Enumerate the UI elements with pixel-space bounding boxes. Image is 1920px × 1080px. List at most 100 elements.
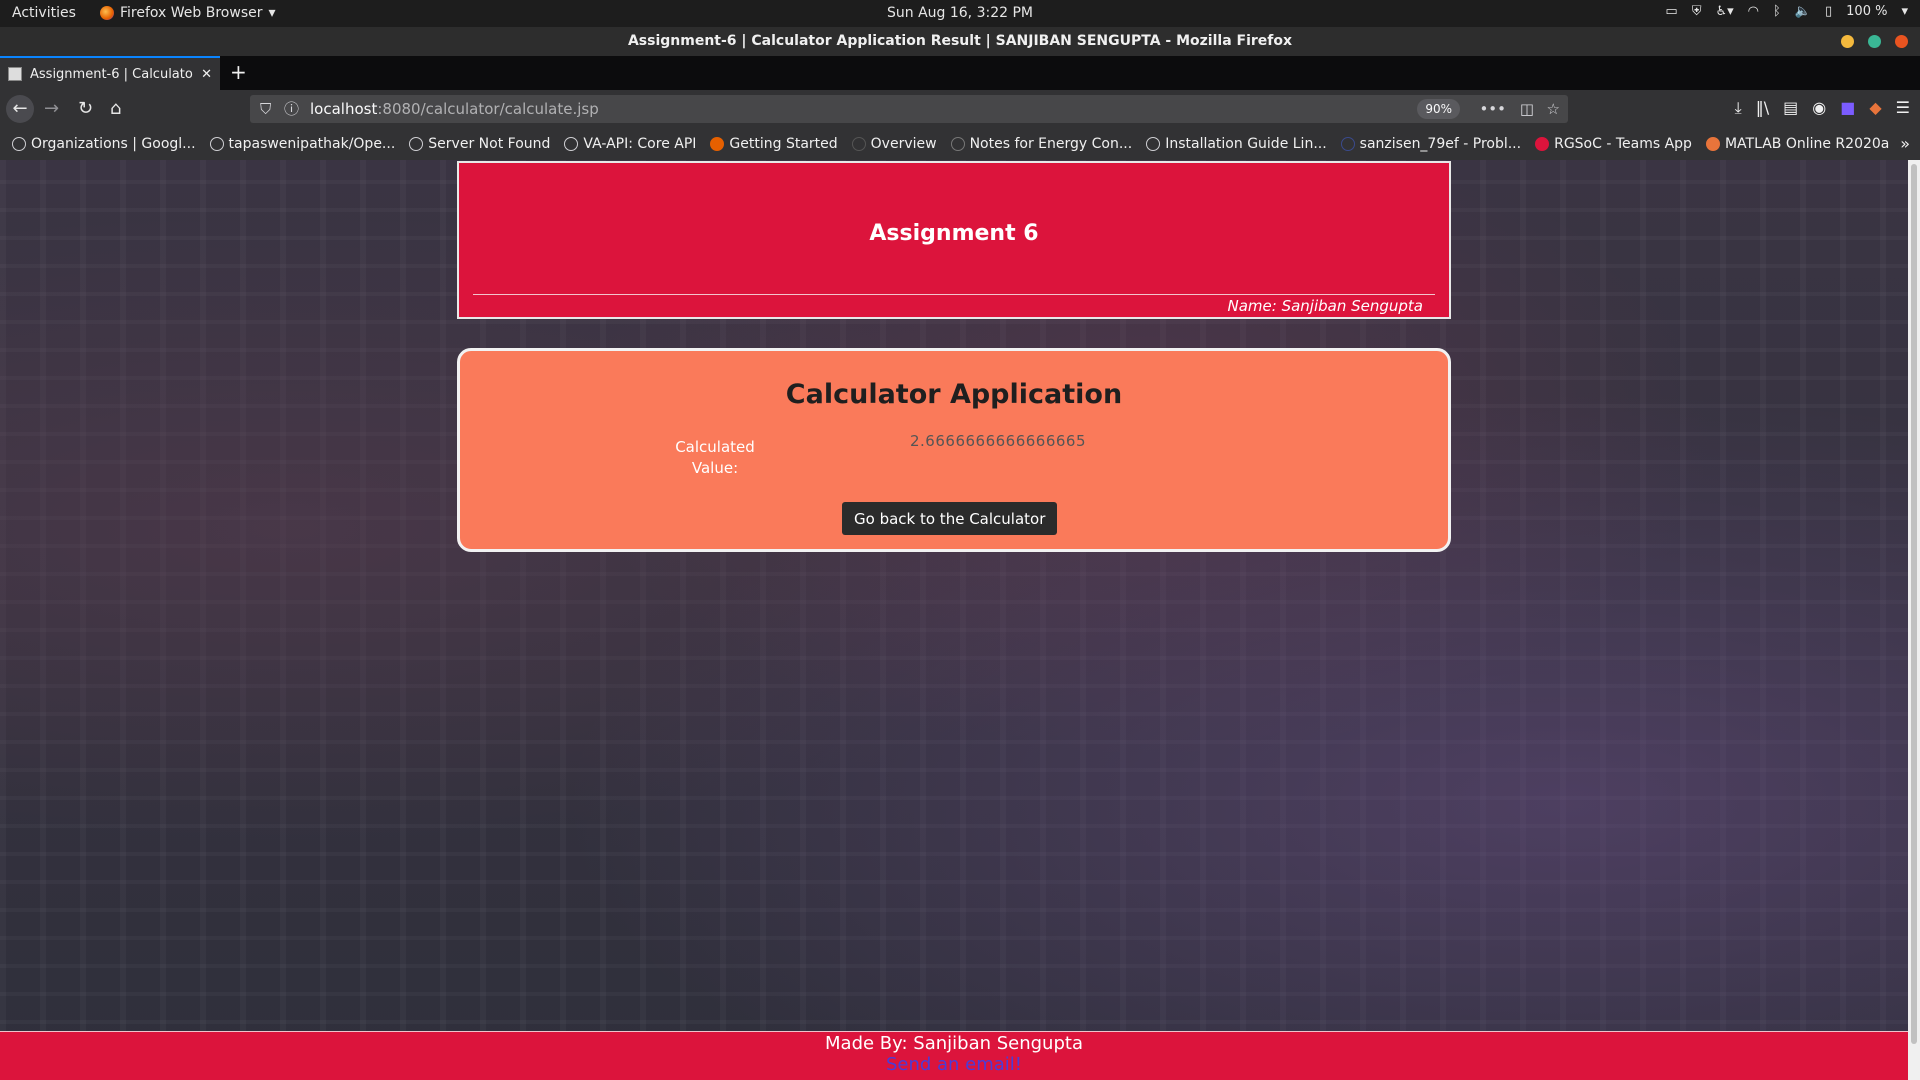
result-label: Calculated Value: bbox=[675, 438, 755, 477]
window-title-bar: Assignment-6 | Calculator Application Re… bbox=[0, 27, 1920, 56]
assignment-header: Assignment 6 Name: Sanjiban Sengupta bbox=[457, 161, 1451, 319]
minimize-button[interactable] bbox=[1841, 35, 1854, 48]
system-top-bar: Activities Firefox Web Browser ▾ Sun Aug… bbox=[0, 0, 1920, 27]
bluetooth-icon: ᛒ bbox=[1773, 4, 1781, 19]
scrollbar-thumb[interactable] bbox=[1911, 164, 1917, 1044]
bookmark-label: Server Not Found bbox=[428, 136, 551, 152]
wifi-icon: ◠ bbox=[1747, 4, 1759, 19]
bookmark-label: MATLAB Online R2020a bbox=[1724, 136, 1890, 152]
bookmark-item[interactable]: tapaswenipathak/Ope... bbox=[209, 136, 396, 152]
tab-strip: Assignment-6 | Calculator ✕ + bbox=[0, 56, 1920, 90]
accessibility-icon[interactable]: ♿▾ bbox=[1715, 4, 1733, 19]
matlab-icon bbox=[1705, 137, 1720, 151]
globe-icon bbox=[12, 137, 26, 151]
made-by-text: Made By: Sanjiban Sengupta bbox=[825, 1033, 1083, 1054]
author-name: Name: Sanjiban Sengupta bbox=[1227, 297, 1424, 315]
send-email-link[interactable]: Send an email! bbox=[0, 1054, 1908, 1075]
tab-active[interactable]: Assignment-6 | Calculator ✕ bbox=[0, 56, 220, 90]
chevron-down-icon: ▾ bbox=[268, 5, 276, 21]
sidebar-icon[interactable]: ▤ bbox=[1783, 98, 1798, 118]
forward-button[interactable]: → bbox=[44, 98, 59, 119]
globe-icon bbox=[1146, 137, 1161, 151]
close-tab-icon[interactable]: ✕ bbox=[201, 67, 212, 82]
calculator-result-card: Calculator Application Calculated Value:… bbox=[457, 348, 1451, 552]
toolbar-right: ⤓ ‖\ ▤ ◉ ■ ◆ ☰ bbox=[1735, 98, 1910, 118]
bookmark-item[interactable]: RGSoC - Teams App bbox=[1535, 136, 1692, 152]
battery-level: 100 % bbox=[1846, 4, 1888, 19]
bookmark-item[interactable]: MATLAB Online R2020a bbox=[1705, 136, 1890, 152]
shield-icon[interactable]: ⛨ bbox=[1692, 4, 1702, 19]
pocket-icon[interactable]: ◫ bbox=[1520, 95, 1534, 123]
bookmark-item[interactable]: sanzisen_79ef - Probl... bbox=[1340, 136, 1522, 152]
extension-icon[interactable]: ■ bbox=[1840, 98, 1855, 118]
page-viewport: Assignment 6 Name: Sanjiban Sengupta Cal… bbox=[0, 160, 1908, 1080]
app-menu[interactable]: Firefox Web Browser ▾ bbox=[100, 5, 276, 21]
battery-icon: ▯ bbox=[1825, 4, 1833, 19]
bookmark-star-icon[interactable]: ☆ bbox=[1547, 95, 1560, 123]
globe-icon bbox=[564, 137, 579, 151]
activities-button[interactable]: Activities bbox=[12, 5, 76, 21]
bookmarks-toolbar: Organizations | Googl... tapaswenipathak… bbox=[0, 128, 1920, 160]
bookmark-item[interactable]: Server Not Found bbox=[409, 136, 550, 152]
window-title: Assignment-6 | Calculator Application Re… bbox=[627, 33, 1293, 49]
chevron-right-icon[interactable]: » bbox=[1900, 134, 1910, 153]
chevron-down-icon[interactable]: ▾ bbox=[1901, 4, 1908, 19]
url-host: localhost bbox=[310, 100, 378, 118]
bookmark-label: Overview bbox=[870, 136, 937, 152]
tracking-protection-icon[interactable]: ⛉ bbox=[260, 95, 271, 123]
page-scrollbar[interactable] bbox=[1908, 160, 1920, 1080]
firefox-icon bbox=[710, 137, 725, 151]
app-name: Firefox Web Browser bbox=[120, 5, 263, 21]
page-footer: Made By: Sanjiban Sengupta Send an email… bbox=[0, 1031, 1908, 1080]
downloads-icon[interactable]: ⤓ bbox=[1735, 98, 1742, 118]
maximize-button[interactable] bbox=[1868, 35, 1881, 48]
bookmark-label: Installation Guide Lin... bbox=[1165, 136, 1327, 152]
close-window-button[interactable] bbox=[1895, 35, 1908, 48]
site-info-icon[interactable]: ⓘ bbox=[284, 95, 299, 123]
zoom-indicator[interactable]: 90% bbox=[1417, 99, 1460, 119]
bookmark-label: VA-API: Core API bbox=[583, 136, 697, 152]
library-icon[interactable]: ‖\ bbox=[1756, 98, 1769, 118]
reload-button[interactable]: ↻ bbox=[78, 98, 93, 119]
new-tab-button[interactable]: + bbox=[230, 60, 247, 84]
bookmark-label: RGSoC - Teams App bbox=[1554, 136, 1692, 152]
page-title: Assignment 6 bbox=[869, 221, 1039, 246]
screen-icon[interactable]: ▭ bbox=[1665, 4, 1677, 19]
bookmark-item[interactable]: Getting Started bbox=[710, 136, 838, 152]
globe-icon bbox=[409, 137, 424, 151]
header-divider bbox=[473, 294, 1435, 295]
account-icon[interactable]: ◉ bbox=[1812, 98, 1826, 118]
page-actions-icon[interactable]: ••• bbox=[1479, 95, 1506, 123]
bookmark-item[interactable]: VA-API: Core API bbox=[564, 136, 696, 152]
bookmark-label: sanzisen_79ef - Probl... bbox=[1359, 136, 1522, 152]
bookmark-item[interactable]: Notes for Energy Con... bbox=[950, 136, 1133, 152]
url-text[interactable]: localhost:8080/calculator/calculate.jsp bbox=[310, 95, 599, 123]
extension-2-icon[interactable]: ◆ bbox=[1869, 98, 1881, 118]
home-button[interactable]: ⌂ bbox=[110, 98, 121, 119]
back-to-calculator-button[interactable]: Go back to the Calculator bbox=[842, 502, 1058, 535]
tab-title: Assignment-6 | Calculator bbox=[30, 66, 194, 82]
bookmark-label: tapaswenipathak/Ope... bbox=[228, 136, 396, 152]
back-button[interactable]: ← bbox=[6, 95, 34, 123]
firefox-icon bbox=[100, 6, 114, 20]
menu-icon[interactable]: ☰ bbox=[1896, 98, 1910, 118]
url-path: :8080/calculator/calculate.jsp bbox=[377, 100, 599, 118]
system-tray[interactable]: ▭ ⛨ ♿▾ ◠ ᛒ 🔈 ▯ 100 % ▾ bbox=[1665, 4, 1908, 19]
bookmark-item[interactable]: Overview bbox=[851, 136, 937, 152]
result-value: 2.6666666666666665 bbox=[910, 432, 1087, 450]
url-bar[interactable]: ⛉ ⓘ localhost:8080/calculator/calculate.… bbox=[250, 95, 1568, 123]
clock[interactable]: Sun Aug 16, 3:22 PM bbox=[0, 5, 1920, 21]
bookmark-item[interactable]: Installation Guide Lin... bbox=[1146, 136, 1327, 152]
page-favicon-icon bbox=[8, 67, 22, 81]
bookmark-label: Getting Started bbox=[729, 136, 838, 152]
calculator-title: Calculator Application bbox=[785, 379, 1123, 410]
notes-icon bbox=[950, 137, 965, 151]
bookmark-item[interactable]: Organizations | Googl... bbox=[12, 136, 196, 152]
volume-icon: 🔈 bbox=[1794, 4, 1811, 19]
bookmark-label: Organizations | Googl... bbox=[31, 136, 196, 152]
window-controls bbox=[1841, 35, 1908, 48]
page-icon bbox=[1340, 137, 1355, 151]
navigation-toolbar: ← → ↻ ⌂ ⛉ ⓘ localhost:8080/calculator/ca… bbox=[0, 90, 1920, 128]
bookmark-label: Notes for Energy Con... bbox=[969, 136, 1133, 152]
github-icon bbox=[209, 137, 224, 151]
